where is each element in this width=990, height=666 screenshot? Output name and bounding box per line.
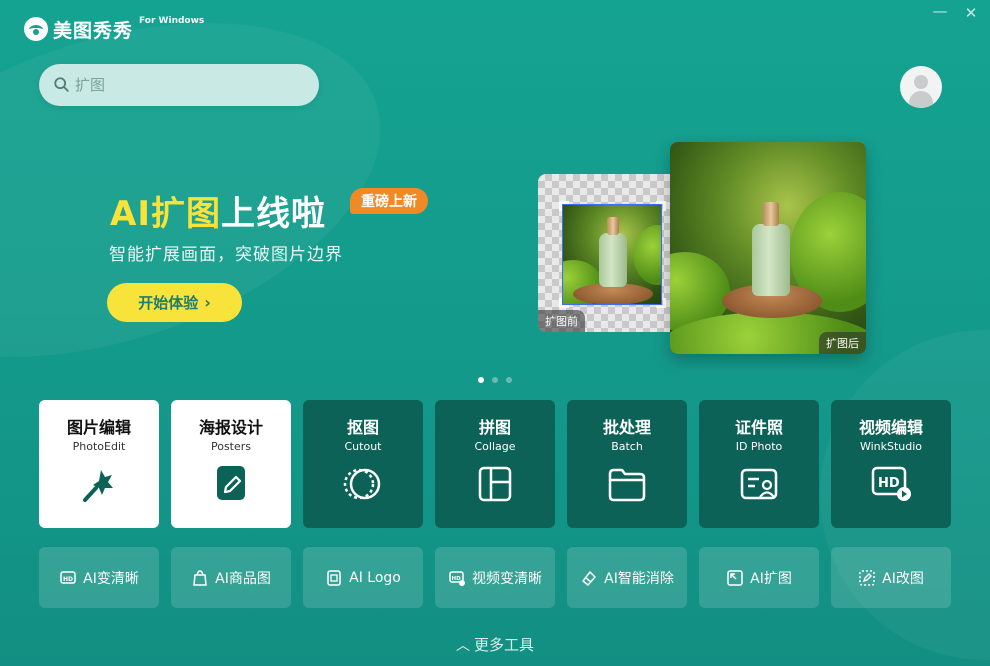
crop-handle: [559, 298, 569, 308]
search-bar[interactable]: [39, 64, 319, 106]
quick-ai-clarity[interactable]: HD AI变清晰: [39, 547, 159, 608]
more-tools-label: 更多工具: [473, 636, 534, 654]
id-card-icon: [740, 468, 778, 500]
app-name: 美图秀秀: [53, 19, 134, 42]
quick-ai-expand[interactable]: AI扩图: [699, 547, 819, 608]
tool-photo-edit[interactable]: 图片编辑 PhotoEdit: [39, 400, 159, 528]
collage-grid-icon: [478, 466, 512, 502]
tool-collage[interactable]: 拼图 Collage: [435, 400, 555, 528]
product-bag-icon: [193, 569, 207, 586]
edit-image-icon: [859, 569, 875, 586]
tool-subtitle: PhotoEdit: [72, 440, 126, 453]
tool-subtitle: Cutout: [344, 440, 382, 453]
quick-ai-logo[interactable]: AI Logo: [303, 547, 423, 608]
tool-id-photo[interactable]: 证件照 ID Photo: [699, 400, 819, 528]
tool-cutout[interactable]: 抠图 Cutout: [303, 400, 423, 528]
chevron-up-icon: ︿: [455, 638, 470, 654]
crop-handle: [656, 298, 666, 308]
new-badge: 重磅上新: [350, 188, 428, 214]
hd-icon: HD: [60, 570, 76, 584]
after-label: 扩图后: [819, 332, 866, 354]
title-bar: 美图秀秀 For Windows: [24, 14, 204, 44]
logo-icon: [327, 569, 341, 586]
app-subtitle: For Windows: [139, 16, 205, 26]
tool-subtitle: Batch: [611, 440, 643, 453]
cutout-circle-icon: [343, 468, 381, 500]
before-image: 扩图前: [538, 174, 686, 332]
quick-tool-label: AI改图: [882, 570, 924, 587]
tool-title: 拼图: [478, 418, 511, 437]
tool-subtitle: ID Photo: [735, 440, 783, 453]
hd-video-icon: HD: [871, 466, 911, 501]
user-avatar[interactable]: [900, 66, 942, 108]
more-tools-link[interactable]: ︿ 更多工具: [0, 634, 990, 655]
app-logo-icon: [24, 17, 48, 41]
quick-tool-label: AI商品图: [215, 570, 271, 587]
quick-tool-label: AI智能消除: [604, 570, 674, 587]
search-icon: [54, 77, 69, 92]
magic-wand-icon: [83, 470, 113, 502]
crop-handle: [559, 201, 569, 211]
tool-batch[interactable]: 批处理 Batch: [567, 400, 687, 528]
eraser-icon: [582, 570, 596, 586]
cta-label: 开始体验: [138, 294, 199, 312]
banner-title: AI扩图 上线啦: [110, 186, 326, 235]
quick-tool-label: AI变清晰: [83, 570, 139, 587]
tool-subtitle: Collage: [474, 440, 516, 453]
chevron-right-icon: ›: [204, 293, 211, 312]
pen-edit-icon: [217, 466, 245, 500]
tool-posters[interactable]: 海报设计 Posters: [171, 400, 291, 528]
svg-text:HD: HD: [452, 576, 462, 582]
tool-subtitle: WinkStudio: [859, 440, 923, 453]
svg-text:HD: HD: [878, 476, 900, 491]
original-photo: [562, 204, 662, 305]
tool-title: 海报设计: [198, 418, 263, 437]
quick-tool-label: AI Logo: [349, 569, 401, 586]
carousel-dot[interactable]: [478, 377, 484, 383]
carousel-indicator: [478, 377, 512, 383]
tool-title: 批处理: [602, 418, 651, 437]
start-experience-button[interactable]: 开始体验 ›: [107, 283, 242, 322]
tool-title: 图片编辑: [66, 418, 131, 437]
banner-subtitle: 智能扩展画面，突破图片边界: [109, 245, 343, 265]
quick-tool-label: 视频变清晰: [472, 570, 542, 587]
banner-title-highlight: AI扩图: [110, 194, 221, 234]
minimize-button[interactable]: —: [930, 2, 950, 20]
search-input[interactable]: [75, 76, 295, 94]
quick-ai-product[interactable]: AI商品图: [171, 547, 291, 608]
svg-text:HD: HD: [63, 576, 73, 583]
tool-title: 视频编辑: [858, 418, 923, 437]
tool-video-edit[interactable]: 视频编辑 WinkStudio HD: [831, 400, 951, 528]
tool-subtitle: Posters: [210, 440, 252, 453]
carousel-dot[interactable]: [506, 377, 512, 383]
tool-title: 证件照: [734, 418, 783, 437]
before-label: 扩图前: [538, 310, 585, 332]
quick-tool-label: AI扩图: [750, 570, 792, 587]
carousel-dot[interactable]: [492, 377, 498, 383]
quick-video-clarity[interactable]: HD 视频变清晰: [435, 547, 555, 608]
after-image: 扩图后: [670, 142, 866, 354]
banner-title-rest: 上线啦: [220, 194, 326, 234]
quick-ai-remove[interactable]: AI智能消除: [567, 547, 687, 608]
quick-ai-edit[interactable]: AI改图: [831, 547, 951, 608]
expand-icon: [727, 569, 743, 586]
video-hd-icon: HD: [449, 570, 465, 586]
close-button[interactable]: ✕: [961, 4, 981, 22]
tool-title: 抠图: [346, 418, 379, 437]
crop-handle: [656, 201, 666, 211]
folder-icon: [608, 468, 646, 502]
